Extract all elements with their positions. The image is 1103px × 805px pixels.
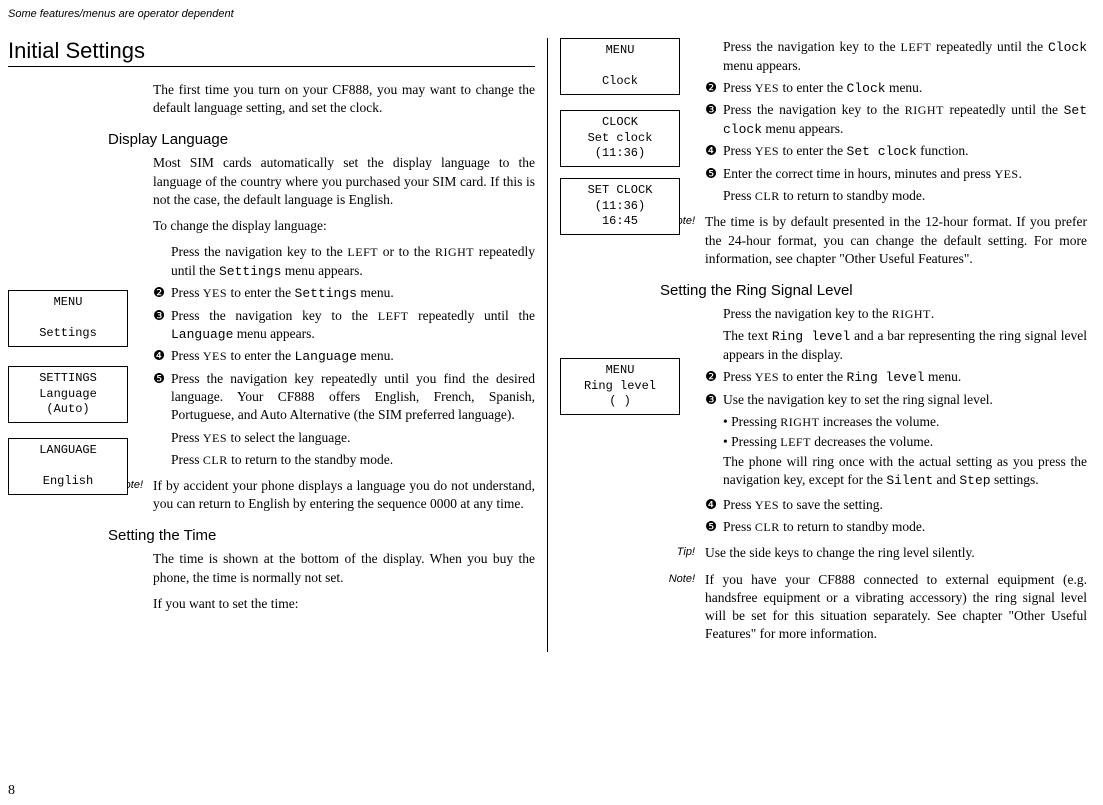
ring-step-2: ❷ Press YES to enter the Ring level menu…: [705, 368, 1087, 387]
ring-step-4: ❹ Press YES to save the setting.: [705, 496, 1087, 514]
time-note: Note! The time is by default presented i…: [650, 213, 1087, 268]
ring-step-3: ❸ Use the navigation key to set the ring…: [705, 391, 1087, 409]
time-step-clr: Press CLR to return to standby mode.: [705, 187, 1087, 205]
screen-ring-level: MENU Ring level ( ): [560, 358, 680, 415]
ring-bullet-1: • Pressing RIGHT increases the volume.: [723, 413, 1087, 431]
screen-set-clock: SET CLOCK (11:36) 16:45: [560, 178, 680, 235]
ring-step-1b: The text Ring level and a bar representi…: [705, 327, 1087, 364]
lang-step-2: ❷ Press YES to enter the Settings menu.: [153, 284, 535, 303]
operator-note: Some features/menus are operator depende…: [8, 8, 1087, 20]
time-step-5: ❺ Enter the correct time in hours, minut…: [705, 165, 1087, 183]
lang-note: Note! If by accident your phone displays…: [98, 477, 535, 513]
ring-note: Note! If you have your CF888 connected t…: [650, 571, 1087, 644]
display-language-body: Most SIM cards automatically set the dis…: [153, 154, 535, 235]
screen-clock-set: CLOCK Set clock (11:36): [560, 110, 680, 167]
ring-sub-text: The phone will ring once with the actual…: [723, 453, 1087, 490]
lang-step-clr: Press CLR to return to the standby mode.: [153, 451, 535, 469]
lang-step-select: Press YES to select the language.: [153, 429, 535, 447]
heading-ring-level: Setting the Ring Signal Level: [660, 282, 1087, 299]
time-step-1: Press the navigation key to the LEFT rep…: [705, 38, 1087, 75]
column-right: MENU Clock CLOCK Set clock (11:36) SET C…: [547, 38, 1087, 652]
time-step-3: ❸ Press the navigation key to the RIGHT …: [705, 101, 1087, 138]
time-step-4: ❹ Press YES to enter the Set clock funct…: [705, 142, 1087, 161]
ring-tip: Tip! Use the side keys to change the rin…: [650, 544, 1087, 562]
ring-bullet-2: • Pressing LEFT decreases the volume.: [723, 433, 1087, 451]
heading-display-language: Display Language: [108, 131, 535, 148]
page-number: 8: [8, 783, 15, 799]
lang-step-1: Press the navigation key to the LEFT or …: [153, 243, 535, 280]
column-left: Initial Settings The first time you turn…: [8, 38, 547, 652]
lang-step-4: ❹ Press YES to enter the Language menu.: [153, 347, 535, 366]
ring-step-1: Press the navigation key to the RIGHT.: [705, 305, 1087, 323]
page-columns: Initial Settings The first time you turn…: [8, 38, 1087, 652]
screen-settings-language: SETTINGS Language (Auto): [8, 366, 128, 423]
page-title: Initial Settings: [8, 38, 535, 67]
screen-menu-settings: MENU Settings: [8, 290, 128, 347]
screen-menu-clock: MENU Clock: [560, 38, 680, 95]
screen-language-english: LANGUAGE English: [8, 438, 128, 495]
heading-setting-time: Setting the Time: [108, 527, 535, 544]
lang-step-5: ❺ Press the navigation key repeatedly un…: [153, 370, 535, 425]
ring-step-5: ❺ Press CLR to return to standby mode.: [705, 518, 1087, 536]
intro-text: The first time you turn on your CF888, y…: [153, 81, 535, 117]
lang-step-3: ❸ Press the navigation key to the LEFT r…: [153, 307, 535, 344]
time-step-2: ❷ Press YES to enter the Clock menu.: [705, 79, 1087, 98]
setting-time-body: The time is shown at the bottom of the d…: [153, 550, 535, 613]
